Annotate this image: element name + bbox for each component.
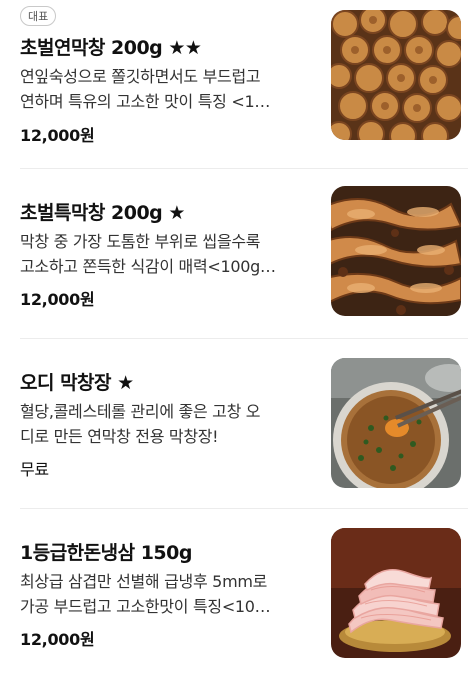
menu-item-name: 1등급한돈냉삼 150g: [20, 542, 192, 564]
menu-item-naengsam[interactable]: 1등급한돈냉삼 150g 최상급 삼겹만 선별해 급냉후 5mm로 가공 부드럽…: [0, 508, 468, 678]
menu-list: 대표 초벌연막창 200g ★★ 연잎숙성으로 쫄깃하면서도 부드럽고 연하며 …: [0, 0, 468, 670]
menu-item-photo[interactable]: [331, 358, 461, 488]
menu-item-description: 혈당,콜레스테롤 관리에 좋은 고창 오 디로 만든 연막창 전용 막창장!: [20, 399, 308, 449]
thick-makchang-photo: [331, 186, 461, 316]
description-line: 디로 만든 연막창 전용 막창장!: [20, 427, 219, 446]
menu-item-description: 막창 중 가장 도톰한 부위로 씹을수록 고소하고 쫀득한 식감이 매력<100…: [20, 229, 308, 279]
menu-item-photo[interactable]: [331, 186, 461, 316]
grilled-makchang-photo: [331, 10, 461, 140]
menu-item-price: 무료: [20, 460, 49, 479]
description-line: 연잎숙성으로 쫄깃하면서도 부드럽고: [20, 67, 261, 86]
menu-item-teuk-makchang[interactable]: 초벌특막창 200g ★ 막창 중 가장 도톰한 부위로 씹을수록 고소하고 쫀…: [0, 168, 468, 338]
signature-badge: 대표: [20, 6, 57, 26]
description-line: 고소하고 쫀득한 식감이 매력<100g…: [20, 257, 276, 276]
menu-item-photo[interactable]: [331, 10, 461, 140]
description-line: 가공 부드럽고 고소한맛이 특징<10…: [20, 597, 271, 616]
menu-item-yeon-makchang[interactable]: 대표 초벌연막창 200g ★★ 연잎숙성으로 쫄깃하면서도 부드럽고 연하며 …: [0, 0, 468, 170]
menu-item-photo[interactable]: [331, 528, 461, 658]
menu-item-description: 최상급 삼겹만 선별해 급냉후 5mm로 가공 부드럽고 고소한맛이 특징<10…: [20, 569, 308, 619]
menu-item-price: 12,000원: [20, 290, 95, 309]
description-line: 최상급 삼겹만 선별해 급냉후 5mm로: [20, 572, 268, 591]
description-line: 연하며 특유의 고소한 맛이 특징 <1…: [20, 92, 271, 111]
description-line: 혈당,콜레스테롤 관리에 좋은 고창 오: [20, 402, 261, 421]
menu-item-price: 12,000원: [20, 126, 95, 145]
menu-item-name: 오디 막창장 ★: [20, 372, 134, 394]
menu-item-name: 초벌연막창 200g ★★: [20, 37, 202, 59]
dipping-sauce-photo: [331, 358, 461, 488]
description-line: 막창 중 가장 도톰한 부위로 씹을수록: [20, 232, 261, 251]
menu-item-price: 12,000원: [20, 630, 95, 649]
menu-item-description: 연잎숙성으로 쫄깃하면서도 부드럽고 연하며 특유의 고소한 맛이 특징 <1…: [20, 64, 308, 114]
menu-item-odi-sauce[interactable]: 오디 막창장 ★ 혈당,콜레스테롤 관리에 좋은 고창 오 디로 만든 연막창 …: [0, 338, 468, 508]
menu-item-name: 초벌특막창 200g ★: [20, 202, 185, 224]
frozen-pork-belly-photo: [331, 528, 461, 658]
